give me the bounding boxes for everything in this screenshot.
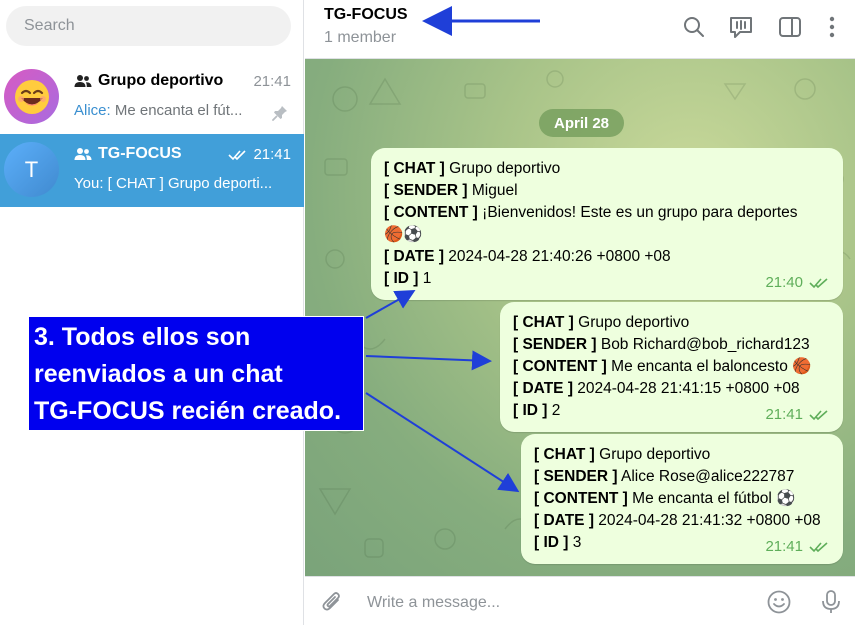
message-bubble[interactable]: [ CHAT ] Grupo deportivo [ SENDER ] Alic…	[521, 434, 843, 564]
double-check-icon	[228, 150, 246, 161]
field-value: Alice Rose@alice222787	[617, 468, 795, 485]
double-check-icon	[809, 278, 828, 289]
message-composer: Write a message...	[305, 576, 855, 625]
sidebar-toggle-icon[interactable]	[777, 14, 803, 40]
chat-preview: Alice: Me encanta el fút...	[74, 102, 270, 119]
message-bubble[interactable]: [ CHAT ] Grupo deportivo [ SENDER ] Migu…	[371, 148, 843, 300]
message-time: 21:41	[765, 538, 803, 555]
annotation-line: TG-FOCUS recién creado.	[34, 397, 342, 425]
chat-header: TG-FOCUS 1 member	[305, 0, 855, 59]
voice-chat-icon[interactable]	[728, 14, 754, 40]
more-vert-icon[interactable]	[819, 14, 845, 40]
chat-list-item-grupo-deportivo[interactable]: Grupo deportivo 21:41 Alice: Me encanta …	[0, 61, 304, 134]
message-meta: 21:41	[765, 536, 831, 558]
field-value: Bob Richard@bob_richard123	[596, 336, 810, 353]
field-key: [ CHAT ]	[534, 446, 595, 463]
group-icon	[74, 75, 92, 87]
message-time: 21:41	[765, 406, 803, 423]
field-value: Me encanta el baloncesto 🏀	[606, 358, 812, 375]
message-meta: 21:41	[765, 404, 831, 426]
field-key: [ SENDER ]	[384, 182, 468, 199]
field-value: Grupo deportivo	[573, 314, 690, 331]
chat-title: TG-FOCUS	[98, 145, 182, 162]
field-key: [ CONTENT ]	[384, 204, 478, 221]
microphone-icon[interactable]	[818, 589, 844, 615]
message-time: 21:40	[765, 274, 803, 291]
field-key: [ SENDER ]	[513, 336, 597, 353]
field-value: ¡Bienvenidos! Este es un grupo para depo…	[477, 204, 798, 221]
double-check-icon	[809, 542, 828, 553]
field-value: 1	[418, 270, 432, 287]
chat-list-sidebar: Search Grupo deportivo 21:41 Alice: Me e…	[0, 0, 304, 625]
pin-icon	[272, 106, 287, 121]
attach-icon[interactable]	[319, 589, 345, 615]
field-value: Grupo deportivo	[444, 160, 561, 177]
preview-sender: Alice:	[74, 102, 111, 119]
chat-avatar: T	[4, 142, 59, 197]
field-value: 2024-04-28 21:40:26 +0800 +08	[443, 248, 671, 265]
preview-text: Me encanta el fút...	[110, 102, 243, 119]
chat-title: Grupo deportivo	[98, 72, 224, 89]
chat-time: 21:41	[253, 146, 291, 163]
field-key: [ DATE ]	[384, 248, 444, 265]
preview-text: [ CHAT ] Grupo deporti...	[103, 175, 273, 192]
message-input[interactable]: Write a message...	[367, 594, 500, 612]
content-emoji: 🏀⚽	[384, 226, 423, 243]
field-value: 2024-04-28 21:41:15 +0800 +08	[572, 380, 800, 397]
annotation-line: reenviados a un chat	[34, 360, 283, 388]
field-value: 3	[568, 534, 582, 551]
emoji-icon[interactable]	[766, 589, 792, 615]
chat-list-item-tg-focus[interactable]: T TG-FOCUS 21:41 You: [ CHAT ] Grupo dep…	[0, 134, 304, 207]
field-key: [ ID ]	[534, 534, 569, 551]
group-icon	[74, 148, 92, 160]
message-area[interactable]: April 28 [ CHAT ] Grupo deportivo [ SEND…	[305, 59, 855, 576]
preview-sender: You:	[74, 175, 104, 192]
field-key: [ CONTENT ]	[534, 490, 628, 507]
field-key: [ ID ]	[513, 402, 548, 419]
chat-time: 21:41	[253, 73, 291, 90]
field-value: 2	[547, 402, 561, 419]
field-key: [ DATE ]	[513, 380, 573, 397]
double-check-icon	[809, 410, 828, 421]
field-value: 2024-04-28 21:41:32 +0800 +08	[593, 512, 821, 529]
chat-header-member-count[interactable]: 1 member	[324, 29, 396, 47]
message-bubble[interactable]: [ CHAT ] Grupo deportivo [ SENDER ] Bob …	[500, 302, 843, 432]
field-value: Me encanta el fútbol ⚽	[627, 490, 796, 507]
field-key: [ CHAT ]	[384, 160, 445, 177]
smiling-face-emoji-icon	[14, 79, 49, 114]
chat-header-title[interactable]: TG-FOCUS	[324, 6, 408, 24]
annotation-line: 3. Todos ellos son	[34, 323, 251, 351]
message-meta: 21:40	[765, 272, 831, 294]
search-input[interactable]: Search	[6, 6, 291, 46]
field-value: Grupo deportivo	[594, 446, 711, 463]
field-key: [ SENDER ]	[534, 468, 618, 485]
field-key: [ CONTENT ]	[513, 358, 607, 375]
chat-avatar	[4, 69, 59, 124]
date-separator: April 28	[539, 109, 625, 137]
field-key: [ DATE ]	[534, 512, 594, 529]
annotation-callout: 3. Todos ellos son reenviados a un chat …	[28, 316, 364, 431]
chat-preview: You: [ CHAT ] Grupo deporti...	[74, 175, 294, 192]
field-key: [ ID ]	[384, 270, 419, 287]
search-icon[interactable]	[681, 14, 707, 40]
field-value: Miguel	[467, 182, 518, 199]
field-key: [ CHAT ]	[513, 314, 574, 331]
